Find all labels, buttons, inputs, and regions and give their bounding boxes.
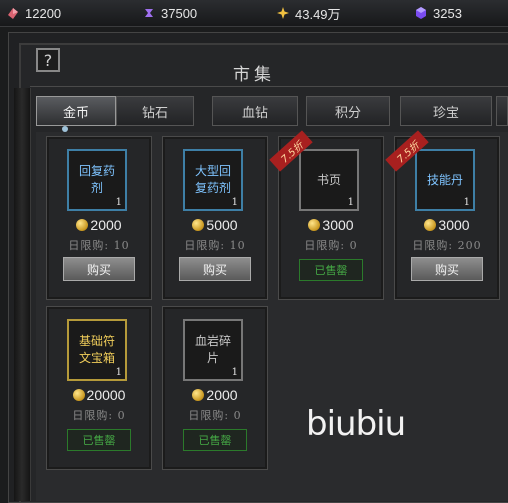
item-card: 技能丹 1 7.5折 3000 日限购: 200 购买 (385, 130, 500, 300)
item-card: 回复药剂 1 2000 日限购: 10 购买 (46, 136, 152, 300)
item-count: 1 (231, 367, 238, 378)
item-price: 3000 (395, 217, 499, 233)
item-price-value: 3000 (322, 217, 354, 233)
item-name: 书页 (316, 172, 341, 187)
tab-points[interactable]: 积分 (306, 96, 390, 126)
item-card: 基础符文宝箱 1 20000 日限购: 0 已售罄 (46, 306, 152, 470)
item-slot[interactable]: 书页 1 (299, 149, 359, 211)
resource-gold: 43.49万 (276, 0, 341, 26)
daily-limit: 日限购: 10 (184, 239, 246, 252)
resource-gem: 12200 (6, 0, 61, 26)
daily-limit: 日限购: 0 (72, 409, 126, 422)
item-name: 回复药剂 (78, 164, 115, 195)
item-slot[interactable]: 大型回复药剂 1 (183, 149, 243, 211)
daily-limit: 日限购: 10 (68, 239, 130, 252)
watermark-text: biubiu (306, 404, 406, 444)
item-count: 1 (115, 367, 122, 378)
daily-limit: 日限购: 0 (304, 239, 358, 252)
resource-bar: 12200 37500 43.49万 3253 (0, 0, 508, 27)
gold-coin-icon (308, 219, 321, 231)
item-slot[interactable]: 回复药剂 1 (67, 149, 127, 211)
item-price-value: 20000 (86, 387, 126, 403)
item-price-value: 3000 (438, 217, 470, 233)
purple-crystal-icon (145, 9, 153, 17)
item-count: 1 (115, 197, 122, 208)
gold-coin-icon (72, 389, 85, 401)
tab-overflow (496, 96, 508, 126)
item-card: 大型回复药剂 1 5000 日限购: 10 购买 (162, 136, 268, 300)
item-price-value: 2000 (90, 217, 122, 233)
gold-coin-icon (192, 219, 205, 231)
tab-diamond[interactable]: 钻石 (116, 96, 194, 126)
resource-orb: 3253 (414, 0, 462, 26)
item-price: 2000 (163, 387, 267, 403)
item-price: 3000 (279, 217, 383, 233)
gold-coin-icon (424, 219, 437, 231)
window-title: 市集 (233, 65, 275, 85)
item-name: 基础符文宝箱 (78, 334, 115, 365)
buy-button[interactable]: 购买 (63, 257, 135, 281)
sold-out-label: 已售罄 (67, 429, 131, 451)
title-divider (30, 86, 508, 87)
tab-blood-diamond[interactable]: 血钻 (212, 96, 298, 126)
item-card: 血岩碎片 1 2000 日限购: 0 已售罄 (162, 306, 268, 470)
gold-sparkle-icon (277, 7, 289, 19)
gold-coin-icon (192, 389, 205, 401)
red-gem-icon (8, 8, 18, 19)
left-scroll-rail (14, 88, 31, 501)
buy-button[interactable]: 购买 (179, 257, 251, 281)
purple-orb-icon (416, 7, 426, 19)
item-count: 1 (231, 197, 238, 208)
sold-out-label: 已售罄 (183, 429, 247, 451)
resource-crystal: 37500 (142, 0, 197, 26)
resource-crystal-value: 37500 (161, 5, 198, 21)
item-name: 技能丹 (426, 172, 463, 187)
item-price: 20000 (47, 387, 151, 403)
item-price: 5000 (163, 217, 267, 233)
item-slot[interactable]: 基础符文宝箱 1 (67, 319, 127, 381)
item-count: 1 (347, 197, 354, 208)
item-price-value: 5000 (206, 217, 238, 233)
item-count: 1 (463, 197, 470, 208)
tab-gold[interactable]: 金币 (36, 96, 116, 126)
buy-button[interactable]: 购买 (411, 257, 483, 281)
resource-orb-value: 3253 (433, 5, 462, 21)
daily-limit: 日限购: 200 (412, 239, 482, 252)
item-card: 书页 1 7.5折 3000 日限购: 0 已售罄 (269, 130, 384, 300)
item-price-value: 2000 (206, 387, 238, 403)
item-slot[interactable]: 技能丹 1 (415, 149, 475, 211)
gold-coin-icon (76, 219, 89, 231)
item-name: 大型回复药剂 (194, 164, 231, 195)
tab-treasure[interactable]: 珍宝 (400, 96, 492, 126)
item-slot[interactable]: 血岩碎片 1 (183, 319, 243, 381)
resource-gold-value: 43.49万 (295, 6, 341, 22)
item-name: 血岩碎片 (194, 334, 231, 365)
sold-out-label: 已售罄 (299, 259, 363, 281)
daily-limit: 日限购: 0 (188, 409, 242, 422)
resource-gem-value: 12200 (25, 5, 62, 21)
item-price: 2000 (47, 217, 151, 233)
